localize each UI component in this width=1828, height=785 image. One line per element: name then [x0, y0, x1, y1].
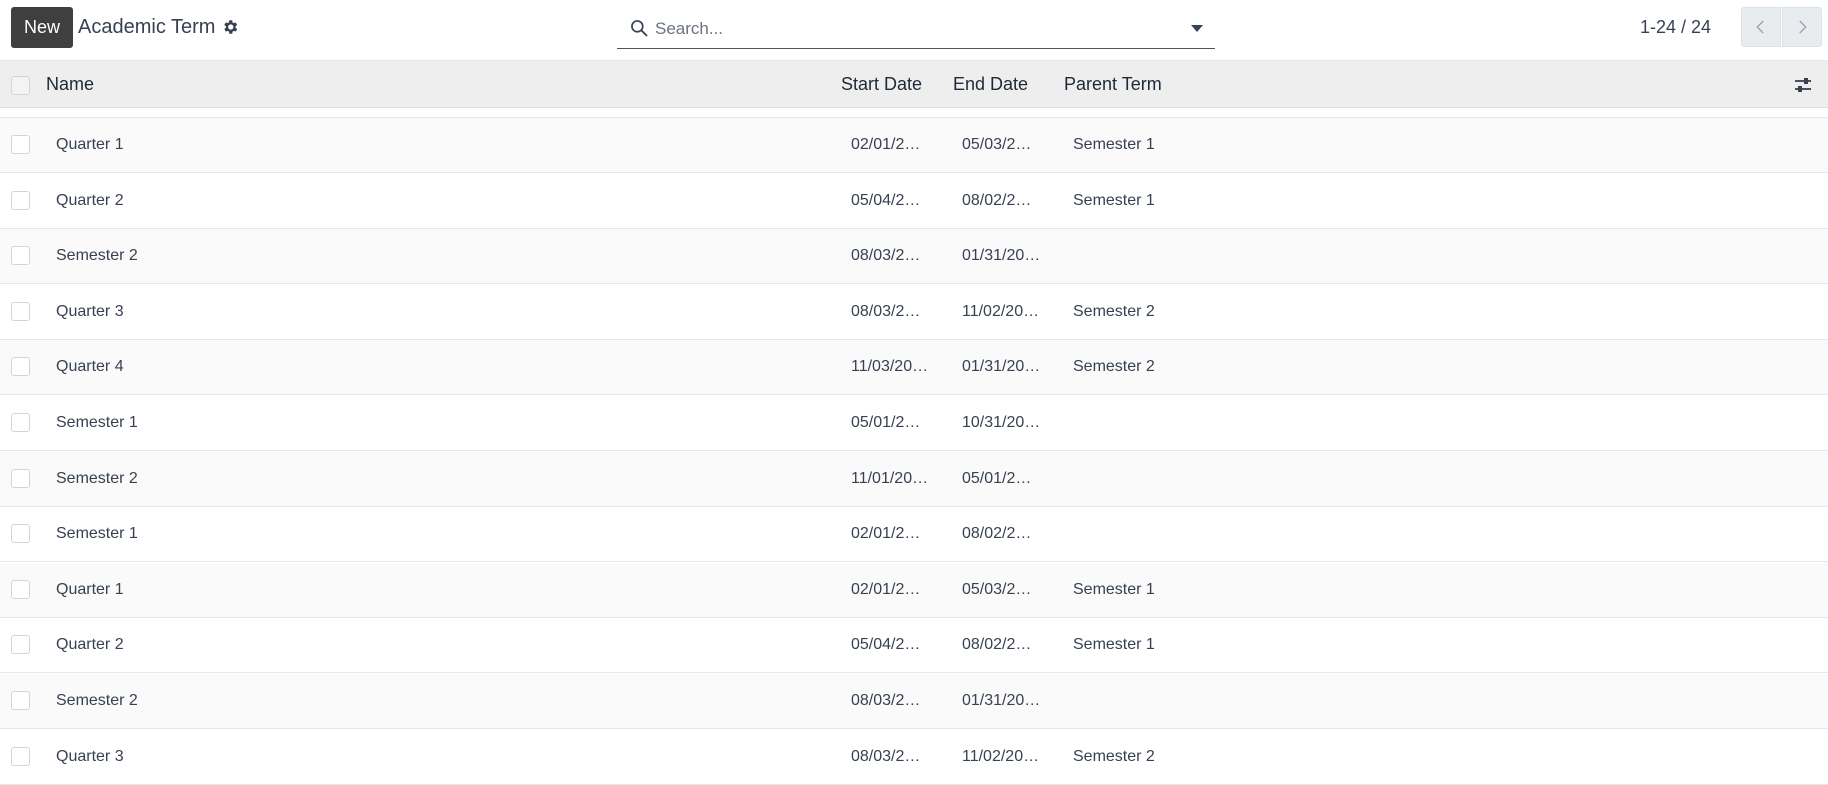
cell-parent-term: Semester 2: [1073, 358, 1155, 376]
table-row[interactable]: Quarter 3 08/03/2… 11/02/20… Semester 2: [0, 730, 1828, 785]
cell-end-date: 11/02/20…: [962, 302, 1040, 320]
row-checkbox[interactable]: [11, 746, 30, 766]
cell-end-date: 01/31/20…: [962, 358, 1041, 376]
row-checkbox[interactable]: [11, 524, 30, 544]
cell-name: Quarter 3: [56, 747, 124, 765]
cell-end-date: 05/03/2…: [962, 580, 1032, 598]
row-checkbox[interactable]: [11, 468, 30, 488]
sliders-icon[interactable]: [1793, 75, 1813, 95]
cell-end-date: 05/01/2…: [962, 469, 1032, 487]
cell-name: Quarter 2: [56, 636, 124, 654]
caret-down-icon[interactable]: [1191, 25, 1203, 32]
table-row[interactable]: Quarter 4 11/03/20… 01/31/20… Semester 2: [0, 340, 1828, 396]
cell-end-date: 08/02/2…: [962, 191, 1032, 209]
cell-start-date: 05/04/2…: [851, 191, 921, 209]
row-checkbox[interactable]: [11, 635, 30, 655]
row-checkbox[interactable]: [11, 579, 30, 599]
select-all-checkbox[interactable]: [11, 76, 30, 95]
cell-name: Quarter 2: [56, 191, 124, 209]
column-header-name[interactable]: Name: [46, 74, 94, 95]
cell-start-date: 11/01/20…: [851, 469, 929, 487]
cell-parent-term: Semester 1: [1073, 580, 1155, 598]
chevron-left-icon: [1756, 20, 1764, 34]
cell-parent-term: Semester 1: [1073, 191, 1155, 209]
cell-end-date: 11/02/20…: [962, 747, 1040, 765]
cell-name: Semester 2: [56, 469, 138, 487]
cell-name: Quarter 1: [56, 580, 124, 598]
cell-start-date: 08/03/2…: [851, 302, 921, 320]
row-checkbox[interactable]: [11, 190, 30, 210]
search-bar: [617, 8, 1215, 49]
cell-end-date: 01/31/20…: [962, 692, 1041, 709]
cell-start-date: 02/01/2…: [851, 525, 921, 543]
cell-start-date: 08/03/2…: [851, 247, 921, 265]
cell-end-date: 08/02/2…: [962, 525, 1032, 543]
cell-name: Quarter 1: [56, 136, 124, 153]
column-header-parent-term[interactable]: Parent Term: [1064, 74, 1162, 95]
row-checkbox[interactable]: [11, 301, 30, 321]
row-checkbox[interactable]: [11, 357, 30, 377]
chevron-right-icon: [1799, 20, 1807, 34]
breadcrumb: Academic Term: [78, 14, 239, 40]
cell-parent-term: Semester 2: [1073, 302, 1155, 320]
row-checkbox[interactable]: [11, 135, 30, 154]
new-button[interactable]: New: [11, 7, 73, 48]
cell-start-date: 08/03/2…: [851, 747, 921, 765]
column-header-start-date[interactable]: Start Date: [841, 74, 922, 95]
cell-name: Semester 1: [56, 414, 138, 431]
search-icon: [629, 18, 649, 38]
table-row[interactable]: Quarter 3 08/03/2… 11/02/20… Semester 2: [0, 285, 1828, 340]
row-checkbox[interactable]: [11, 246, 30, 266]
pager-previous-button[interactable]: [1741, 7, 1781, 47]
cell-start-date: 11/03/20…: [851, 358, 929, 376]
table-row[interactable]: Quarter 1 02/01/2… 05/03/2… Semester 1: [0, 562, 1828, 618]
table-row[interactable]: Semester 2 11/01/20… 05/01/2…: [0, 451, 1828, 507]
table-row[interactable]: Quarter 1 02/01/2… 05/03/2… Semester 1: [0, 118, 1828, 173]
cell-start-date: 02/01/2…: [851, 136, 921, 153]
table-row[interactable]: Semester 2 08/03/2… 01/31/20…: [0, 229, 1828, 285]
table-row[interactable]: Quarter 2 05/04/2… 08/02/2… Semester 1: [0, 174, 1828, 229]
cell-end-date: 01/31/20…: [962, 247, 1041, 265]
cell-name: Semester 2: [56, 247, 138, 265]
pager-next-button[interactable]: [1782, 7, 1822, 47]
cell-name: Semester 1: [56, 525, 138, 543]
cell-start-date: 02/01/2…: [851, 580, 921, 598]
table-header: Name Start Date End Date Parent Term: [0, 60, 1828, 108]
cell-start-date: 05/04/2…: [851, 636, 921, 654]
row-checkbox[interactable]: [11, 413, 30, 432]
search-input[interactable]: [655, 16, 1155, 42]
cell-name: Quarter 3: [56, 302, 124, 320]
gear-icon[interactable]: [221, 18, 239, 36]
table-row[interactable]: Quarter 2 05/04/2… 08/02/2… Semester 1: [0, 618, 1828, 674]
cell-start-date: 05/01/2…: [851, 414, 921, 431]
cell-end-date: 05/03/2…: [962, 136, 1032, 153]
cell-end-date: 10/31/20…: [962, 414, 1041, 431]
cell-end-date: 08/02/2…: [962, 636, 1032, 654]
cell-name: Quarter 4: [56, 358, 124, 376]
pager-value[interactable]: 1-24 / 24: [1640, 13, 1711, 41]
cell-parent-term: Semester 2: [1073, 747, 1155, 765]
cell-parent-term: Semester 1: [1073, 136, 1155, 153]
page-title: Academic Term: [78, 15, 216, 38]
table-row[interactable]: Semester 1 05/01/2… 10/31/20…: [0, 396, 1828, 451]
cell-parent-term: Semester 1: [1073, 636, 1155, 654]
control-panel: New Academic Term 1-24 / 24: [0, 0, 1828, 58]
cell-start-date: 08/03/2…: [851, 692, 921, 709]
cell-name: Semester 2: [56, 692, 138, 709]
column-header-end-date[interactable]: End Date: [953, 74, 1028, 95]
table-row[interactable]: Semester 2 08/03/2… 01/31/20…: [0, 674, 1828, 729]
table-row[interactable]: Semester 1 02/01/2… 08/02/2…: [0, 507, 1828, 563]
row-checkbox[interactable]: [11, 691, 30, 710]
